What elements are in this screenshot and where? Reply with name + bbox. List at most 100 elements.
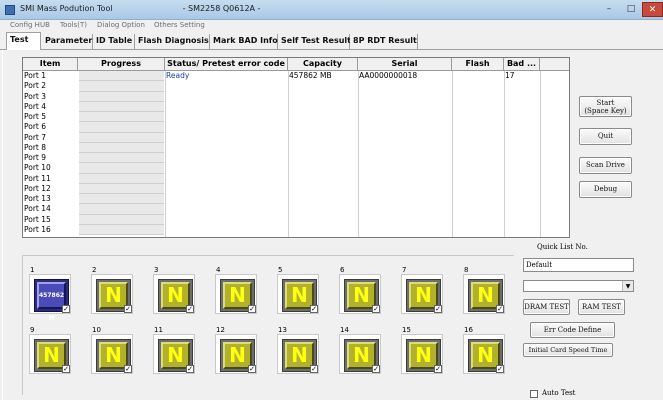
slot-3[interactable]: N ✓ bbox=[153, 274, 195, 314]
slot-checkbox[interactable]: ✓ bbox=[496, 365, 504, 373]
header-progress[interactable]: Progress bbox=[78, 58, 165, 71]
table-row[interactable]: Port 10 bbox=[23, 163, 569, 174]
tab-self-test-result[interactable]: Self Test Result bbox=[278, 34, 351, 49]
tab-test[interactable]: Test bbox=[6, 32, 41, 50]
maximize-button[interactable]: □ bbox=[620, 2, 642, 17]
slot-checkbox[interactable]: ✓ bbox=[434, 305, 442, 313]
quick-list-dropdown[interactable]: ▼ bbox=[523, 280, 634, 292]
slot-12[interactable]: N ✓ bbox=[215, 334, 257, 374]
slot-checkbox[interactable]: ✓ bbox=[496, 305, 504, 313]
chevron-down-icon[interactable]: ▼ bbox=[622, 281, 633, 291]
header-status[interactable]: Status/ Pretest error code bbox=[165, 58, 288, 71]
table-row[interactable]: Port 8 bbox=[23, 142, 569, 153]
table-row[interactable]: Port 7 bbox=[23, 132, 569, 143]
slot-9[interactable]: N ✓ bbox=[29, 334, 71, 374]
slot-5[interactable]: N ✓ bbox=[277, 274, 319, 314]
cell-flash bbox=[452, 143, 504, 153]
cell-item: Port 12 bbox=[24, 183, 51, 193]
slot-11[interactable]: N ✓ bbox=[153, 334, 195, 374]
cell-status bbox=[165, 92, 288, 102]
slot-number: 13 bbox=[278, 326, 287, 334]
table-row[interactable]: Port 13 bbox=[23, 194, 569, 205]
table-row[interactable]: Port 15 bbox=[23, 214, 569, 225]
slot-7[interactable]: N ✓ bbox=[401, 274, 443, 314]
quick-list-input[interactable]: Default bbox=[523, 258, 634, 272]
minimize-button[interactable]: – bbox=[598, 2, 620, 17]
table-row[interactable]: Port 14 bbox=[23, 204, 569, 215]
cell-serial bbox=[358, 112, 452, 122]
slot-4[interactable]: N ✓ bbox=[215, 274, 257, 314]
start-button[interactable]: Start (Space Key) bbox=[579, 96, 632, 117]
header-item[interactable]: Item bbox=[23, 58, 78, 71]
slot-checkbox[interactable]: ✓ bbox=[310, 365, 318, 373]
tab-mark-bad-info[interactable]: Mark BAD Info bbox=[210, 34, 278, 49]
slot-8[interactable]: N ✓ bbox=[463, 274, 505, 314]
slot-2[interactable]: N ✓ bbox=[91, 274, 133, 314]
header-flash[interactable]: Flash bbox=[452, 58, 504, 71]
close-button[interactable]: ✕ bbox=[642, 2, 663, 17]
slot-checkbox[interactable]: ✓ bbox=[310, 305, 318, 313]
menu-tools[interactable]: Tools(T) bbox=[60, 21, 87, 29]
ram-test-button[interactable]: RAM TEST bbox=[578, 299, 625, 315]
tab-8p-rdt-result[interactable]: 8P RDT Result bbox=[350, 34, 418, 49]
slot-checkbox[interactable]: ✓ bbox=[124, 305, 132, 313]
slot-checkbox[interactable]: ✓ bbox=[372, 305, 380, 313]
slot-15[interactable]: N ✓ bbox=[401, 334, 443, 374]
header-bad[interactable]: Bad ... bbox=[504, 58, 540, 71]
table-row[interactable]: Port 6 bbox=[23, 122, 569, 133]
cell-capacity bbox=[288, 153, 358, 163]
table-row[interactable]: Port 2 bbox=[23, 81, 569, 92]
cell-item: Port 10 bbox=[24, 163, 51, 173]
debug-button[interactable]: Debug bbox=[579, 181, 632, 198]
header-serial[interactable]: Serial bbox=[358, 58, 452, 71]
table-row[interactable]: Port 3 bbox=[23, 91, 569, 102]
slot-checkbox[interactable]: ✓ bbox=[372, 365, 380, 373]
slot-1[interactable]: 457862 M ✓ bbox=[29, 274, 71, 322]
scan-drive-button[interactable]: Scan Drive bbox=[579, 157, 632, 174]
table-row[interactable]: Port 16 bbox=[23, 224, 569, 235]
slot-checkbox[interactable]: ✓ bbox=[434, 365, 442, 373]
table-row[interactable]: Port 1 Ready 457862 MB AA0000000018 17 bbox=[23, 71, 569, 82]
menu-others-setting[interactable]: Others Setting bbox=[154, 21, 205, 29]
slot-checkbox[interactable]: ✓ bbox=[186, 365, 194, 373]
auto-test-checkbox[interactable] bbox=[530, 390, 538, 398]
table-row[interactable]: Port 11 bbox=[23, 173, 569, 184]
quit-button[interactable]: Quit bbox=[579, 128, 632, 145]
slot-checkbox[interactable]: ✓ bbox=[62, 305, 70, 313]
err-code-define-button[interactable]: Err Code Define bbox=[530, 322, 615, 338]
menu-dialog-option[interactable]: Dialog Option bbox=[97, 21, 145, 29]
slot-16[interactable]: N ✓ bbox=[463, 334, 505, 374]
cell-status bbox=[165, 204, 288, 214]
cell-bad bbox=[504, 215, 540, 225]
cell-capacity bbox=[288, 174, 358, 184]
menu-config-hub[interactable]: Config HUB bbox=[10, 21, 50, 29]
cell-progress bbox=[79, 101, 164, 112]
dram-test-button[interactable]: DRAM TEST bbox=[523, 299, 570, 315]
slot-10[interactable]: N ✓ bbox=[91, 334, 133, 374]
port-grid[interactable]: Item Progress Status/ Pretest error code… bbox=[22, 57, 570, 238]
slot-6[interactable]: N ✓ bbox=[339, 274, 381, 314]
cell-flash bbox=[452, 122, 504, 132]
tab-parameter[interactable]: Parameter bbox=[42, 34, 93, 49]
slot-13[interactable]: N ✓ bbox=[277, 334, 319, 374]
cell-flash bbox=[452, 71, 504, 81]
table-row[interactable]: Port 12 bbox=[23, 183, 569, 194]
cell-capacity bbox=[288, 194, 358, 204]
slot-checkbox[interactable]: ✓ bbox=[248, 365, 256, 373]
cell-progress bbox=[79, 163, 164, 174]
table-row[interactable]: Port 4 bbox=[23, 101, 569, 112]
slot-checkbox[interactable]: ✓ bbox=[124, 365, 132, 373]
tab-flash-diagnosis[interactable]: Flash Diagnosis bbox=[135, 34, 210, 49]
initial-card-speed-time-button[interactable]: Initial Card Speed Time bbox=[523, 343, 613, 357]
header-capacity[interactable]: Capacity bbox=[288, 58, 358, 71]
table-row[interactable]: Port 9 bbox=[23, 153, 569, 164]
slot-checkbox[interactable]: ✓ bbox=[186, 305, 194, 313]
slot-checkbox[interactable]: ✓ bbox=[248, 305, 256, 313]
slot-checkbox[interactable]: ✓ bbox=[62, 365, 70, 373]
cell-serial: AA0000000018 bbox=[359, 71, 418, 80]
slot-14[interactable]: N ✓ bbox=[339, 334, 381, 374]
cell-item: Port 5 bbox=[24, 112, 47, 121]
cell-progress bbox=[79, 153, 164, 164]
table-row[interactable]: Port 5 bbox=[23, 112, 569, 123]
tab-id-table[interactable]: ID Table bbox=[93, 34, 135, 49]
